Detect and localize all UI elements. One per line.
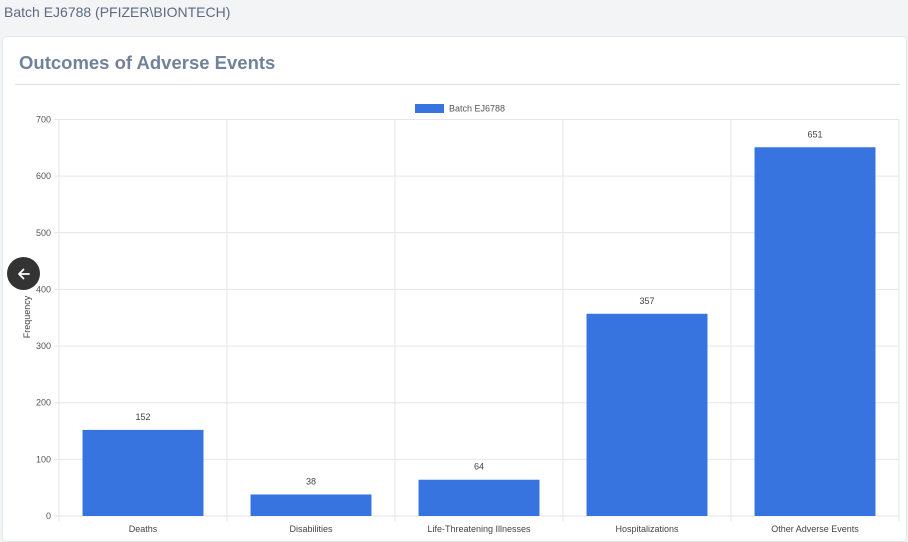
y-axis-title: Frequency	[22, 295, 32, 338]
bar[interactable]	[418, 479, 540, 516]
legend-label[interactable]: Batch EJ6788	[449, 104, 505, 114]
y-tick-label: 400	[36, 284, 51, 294]
x-tick-label: Life-Threatening Illnesses	[427, 524, 531, 534]
bar-layer	[82, 147, 876, 516]
data-label: 357	[639, 296, 654, 306]
arrow-left-icon	[17, 268, 30, 279]
y-tick-label: 500	[36, 228, 51, 238]
bar[interactable]	[82, 429, 204, 516]
y-tick-label: 0	[46, 511, 51, 521]
back-button[interactable]	[7, 257, 40, 290]
bar[interactable]	[586, 313, 708, 516]
x-tick-label: Disabilities	[289, 524, 333, 534]
x-tick-label: Deaths	[129, 524, 158, 534]
y-tick-label: 100	[36, 454, 51, 464]
bar[interactable]	[250, 494, 372, 516]
legend: Batch EJ6788	[415, 104, 505, 114]
x-tick-label: Hospitalizations	[615, 524, 679, 534]
data-label: 64	[474, 462, 484, 472]
bar[interactable]	[754, 147, 876, 516]
data-label: 38	[306, 476, 316, 486]
data-label: 152	[135, 412, 150, 422]
legend-swatch[interactable]	[415, 104, 444, 113]
y-tick-label: 200	[36, 398, 51, 408]
y-tick-label: 300	[36, 341, 51, 351]
outcomes-bar-chart: 0 100 200 300 400 500 600 700 152 Deaths 38 Disabil…	[22, 104, 900, 534]
y-tick-label: 700	[36, 115, 51, 125]
y-tick-label: 600	[36, 171, 51, 181]
x-tick-label: Other Adverse Events	[771, 524, 859, 534]
data-label: 651	[807, 129, 822, 139]
